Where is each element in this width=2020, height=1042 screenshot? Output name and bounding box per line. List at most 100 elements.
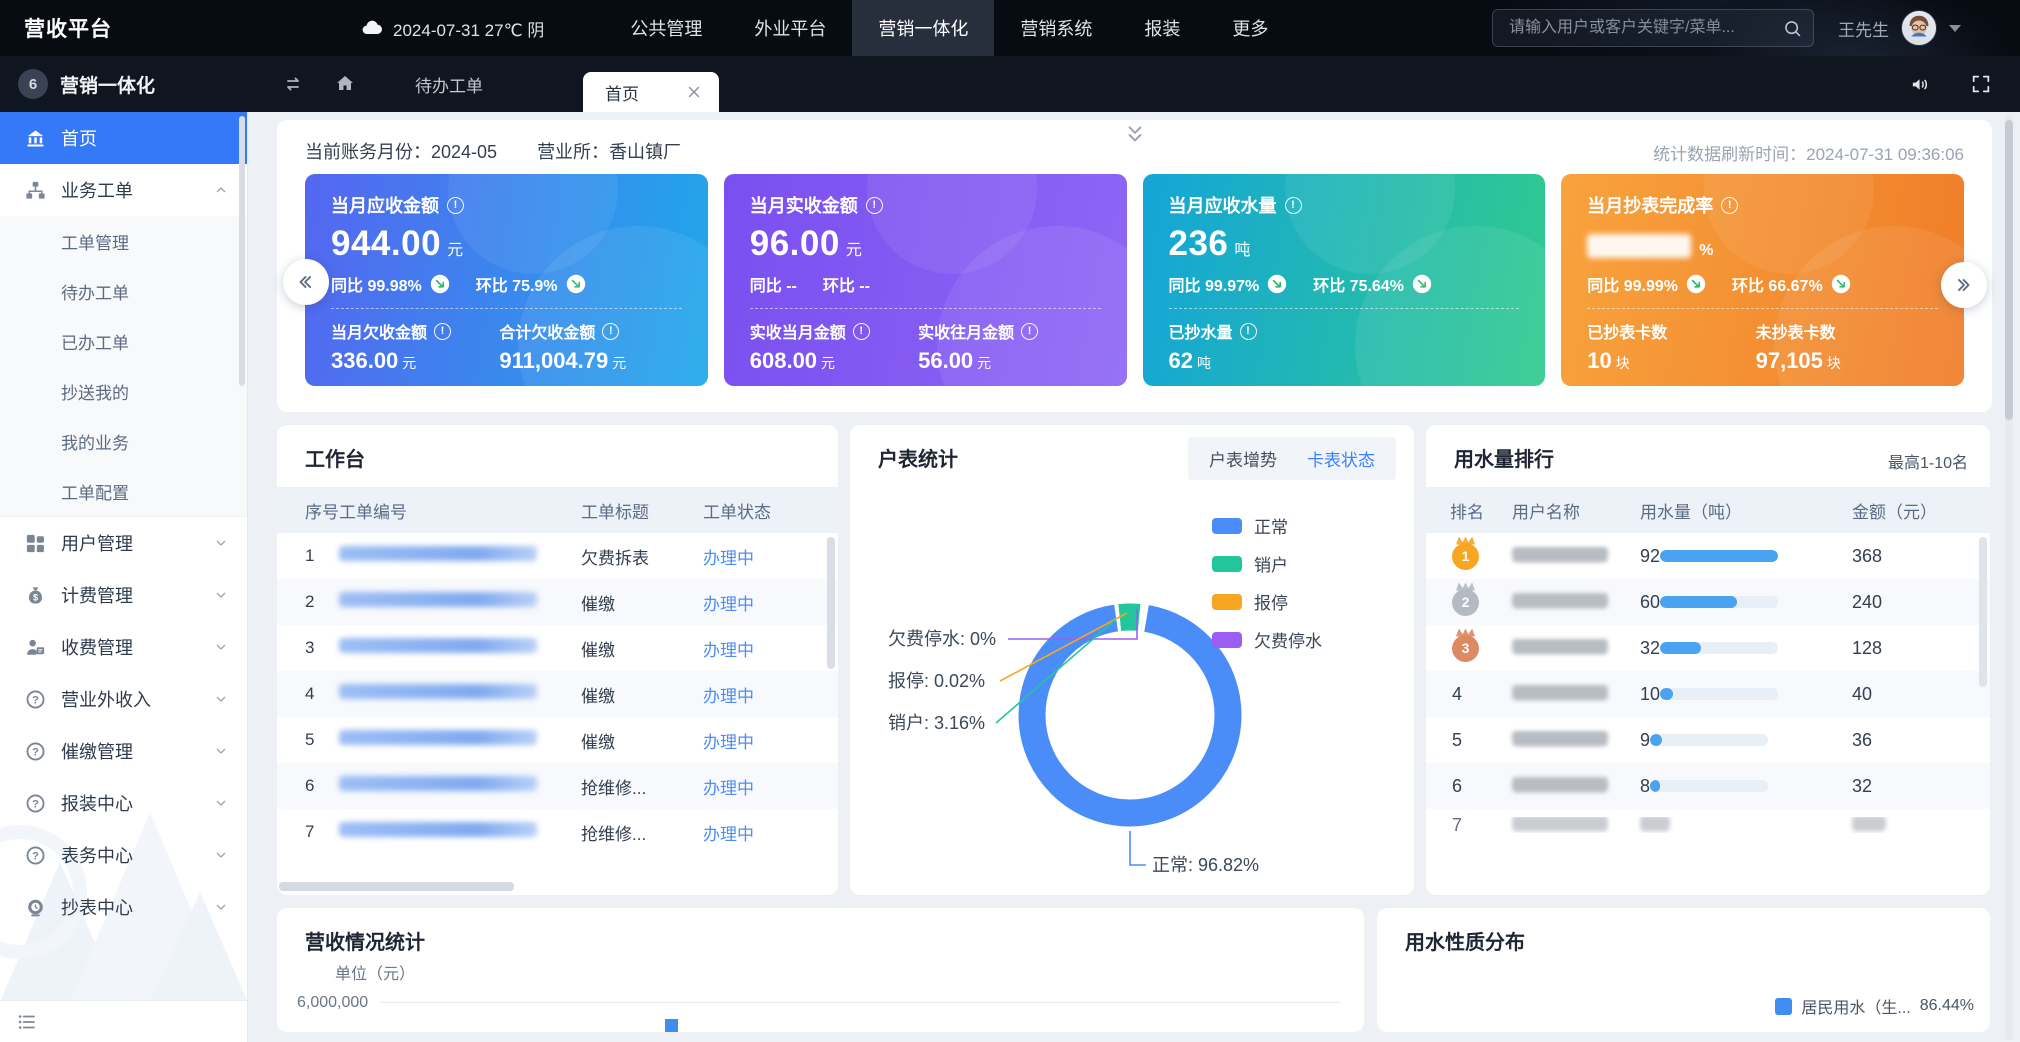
info-icon[interactable]: ! — [1021, 323, 1038, 340]
tab-card-status[interactable]: 卡表状态 — [1292, 446, 1390, 471]
info-icon[interactable]: ! — [447, 197, 464, 214]
page-scrollbar[interactable] — [2005, 114, 2013, 1040]
cell-order-status: 办理中 — [703, 590, 838, 615]
sidebar-subitem-4[interactable]: 抄送我的 — [0, 366, 247, 416]
worktable-row[interactable]: 3催缴办理中 — [277, 625, 838, 671]
sub-stat-label: 实收往月金额! — [918, 319, 1086, 343]
sidebar-item-2[interactable]: 业务工单 — [0, 164, 247, 216]
sidebar-item-5[interactable]: 收费管理 — [0, 621, 247, 673]
order-status-link[interactable]: 办理中 — [703, 595, 754, 614]
legend-item-销户[interactable]: 销户 — [1212, 551, 1322, 576]
worktable-row[interactable]: 5催缴办理中 — [277, 717, 838, 763]
sidebar-item-7[interactable]: ?催缴管理 — [0, 725, 247, 777]
order-status-link[interactable]: 办理中 — [703, 687, 754, 706]
ranking-header: 排名 用户名称 用水量（吨） 金额（元） — [1426, 487, 1990, 533]
sidebar-item-1[interactable]: 首页 — [0, 112, 247, 164]
sidebar-subitem-5[interactable]: 我的业务 — [0, 416, 247, 466]
sidebar-item-3[interactable]: 用户管理 — [0, 517, 247, 569]
sidebar-item-4[interactable]: $计费管理 — [0, 569, 247, 621]
col-user-name: 用户名称 — [1512, 498, 1640, 523]
worktable-row[interactable]: 1欠费拆表办理中 — [277, 533, 838, 579]
sidebar-subitem-6[interactable]: 工单配置 — [0, 466, 247, 516]
nav-item-5[interactable]: 报装 — [1118, 0, 1206, 56]
order-status-link[interactable]: 办理中 — [703, 549, 754, 568]
ranking-title: 用水量排行 — [1454, 443, 1554, 472]
carousel-next-button[interactable] — [1941, 262, 1987, 308]
nav-item-3[interactable]: 营销一体化 — [852, 0, 994, 56]
mom-trend: 环比 66.67% — [1732, 272, 1851, 296]
worktable-row[interactable]: 6抢维修...办理中 — [277, 763, 838, 809]
tab-meter-growth[interactable]: 户表增势 — [1194, 446, 1292, 471]
col-order-status: 工单状态 — [703, 498, 838, 523]
nav-item-2[interactable]: 外业平台 — [728, 0, 852, 56]
sound-icon[interactable] — [1909, 73, 1932, 96]
ranking-row[interactable]: 6832 — [1426, 763, 1990, 809]
redacted-order-number — [339, 730, 537, 745]
info-icon[interactable]: ! — [853, 323, 870, 340]
ranking-row[interactable]: 192368 — [1426, 533, 1990, 579]
worktable-hscrollbar[interactable] — [279, 882, 514, 891]
info-icon[interactable]: ! — [1721, 197, 1738, 214]
col-amount: 金额（元） — [1852, 498, 1990, 523]
sidebar-subitem-1[interactable]: 工单管理 — [0, 216, 247, 266]
nav-item-6[interactable]: 更多 — [1206, 0, 1294, 56]
order-status-link[interactable]: 办理中 — [703, 641, 754, 660]
search-icon[interactable] — [1782, 18, 1803, 39]
sidebar-item-6[interactable]: ?营业外收入 — [0, 673, 247, 725]
sidebar-item-8[interactable]: ?报装中心 — [0, 777, 247, 829]
usage-bar-fill — [1650, 734, 1662, 746]
fullscreen-icon[interactable] — [1970, 73, 1992, 95]
refresh-time: 统计数据刷新时间：2024-07-31 09:36:06 — [1653, 140, 1964, 165]
ranking-row[interactable]: 260240 — [1426, 579, 1990, 625]
worktable-row[interactable]: 2催缴办理中 — [277, 579, 838, 625]
order-status-link[interactable]: 办理中 — [703, 779, 754, 798]
ranking-vscrollbar[interactable] — [1979, 537, 1987, 687]
menu-list-icon[interactable] — [16, 1011, 38, 1033]
tab-todo-orders[interactable]: 待办工单 — [415, 72, 483, 97]
search-input[interactable] — [1507, 18, 1782, 38]
order-status-link[interactable]: 办理中 — [703, 825, 754, 844]
tab-home[interactable]: 首页 — [583, 72, 719, 112]
cell-order-no — [339, 730, 581, 750]
trend-down-icon — [1831, 274, 1851, 294]
exchange-icon[interactable] — [281, 72, 305, 96]
question-icon: ? — [24, 844, 47, 867]
svg-text:$: $ — [33, 592, 38, 602]
col-order-title: 工单标题 — [581, 498, 703, 523]
sidebar-subitem-3[interactable]: 已办工单 — [0, 316, 247, 366]
ranking-row[interactable]: 332128 — [1426, 625, 1990, 671]
worktable-vscrollbar[interactable] — [827, 537, 835, 669]
ranking-row[interactable]: 5936 — [1426, 717, 1990, 763]
sidebar-item-10[interactable]: 抄表中心 — [0, 881, 247, 933]
info-icon[interactable]: ! — [602, 323, 619, 340]
user-avatar[interactable] — [1901, 10, 1937, 46]
worktable-row[interactable]: 7抢维修...办理中 — [277, 809, 838, 855]
carousel-prev-button[interactable] — [283, 259, 329, 305]
info-icon[interactable]: ! — [866, 197, 883, 214]
mom-label: 环比 75.9% — [476, 272, 558, 296]
legend-item-欠费停水[interactable]: 欠费停水 — [1212, 627, 1322, 652]
legend-item-正常[interactable]: 正常 — [1212, 513, 1322, 538]
legend-swatch — [1212, 556, 1242, 572]
value-number: 96.00 — [750, 224, 840, 263]
info-icon[interactable]: ! — [434, 323, 451, 340]
nav-item-1[interactable]: 公共管理 — [604, 0, 728, 56]
sidebar-item-9[interactable]: ?表务中心 — [0, 829, 247, 881]
home-icon[interactable] — [333, 72, 357, 96]
worktable-row[interactable]: 4催缴办理中 — [277, 671, 838, 717]
sidebar-scrollbar[interactable] — [239, 116, 245, 386]
sidebar-subitem-2[interactable]: 待办工单 — [0, 266, 247, 316]
info-icon[interactable]: ! — [1240, 323, 1257, 340]
legend-item-报停[interactable]: 报停 — [1212, 589, 1322, 614]
donut-slice-正常[interactable] — [1032, 617, 1228, 813]
close-icon[interactable] — [685, 83, 703, 101]
info-icon[interactable]: ! — [1285, 197, 1302, 214]
user-menu[interactable]: 王先生 — [1838, 0, 1961, 56]
ranking-row[interactable]: 41040 — [1426, 671, 1990, 717]
cell-rank: 3 — [1426, 635, 1512, 662]
nav-item-4[interactable]: 营销系统 — [994, 0, 1118, 56]
stat-card-subs: 已抄表卡数10块未抄表卡数97,105块 — [1587, 319, 1938, 374]
order-status-link[interactable]: 办理中 — [703, 733, 754, 752]
collapse-double-chevron-icon[interactable] — [1122, 122, 1148, 144]
water-nature-legend-item[interactable]: 居民用水（生... 86.44% — [1775, 994, 1974, 1018]
